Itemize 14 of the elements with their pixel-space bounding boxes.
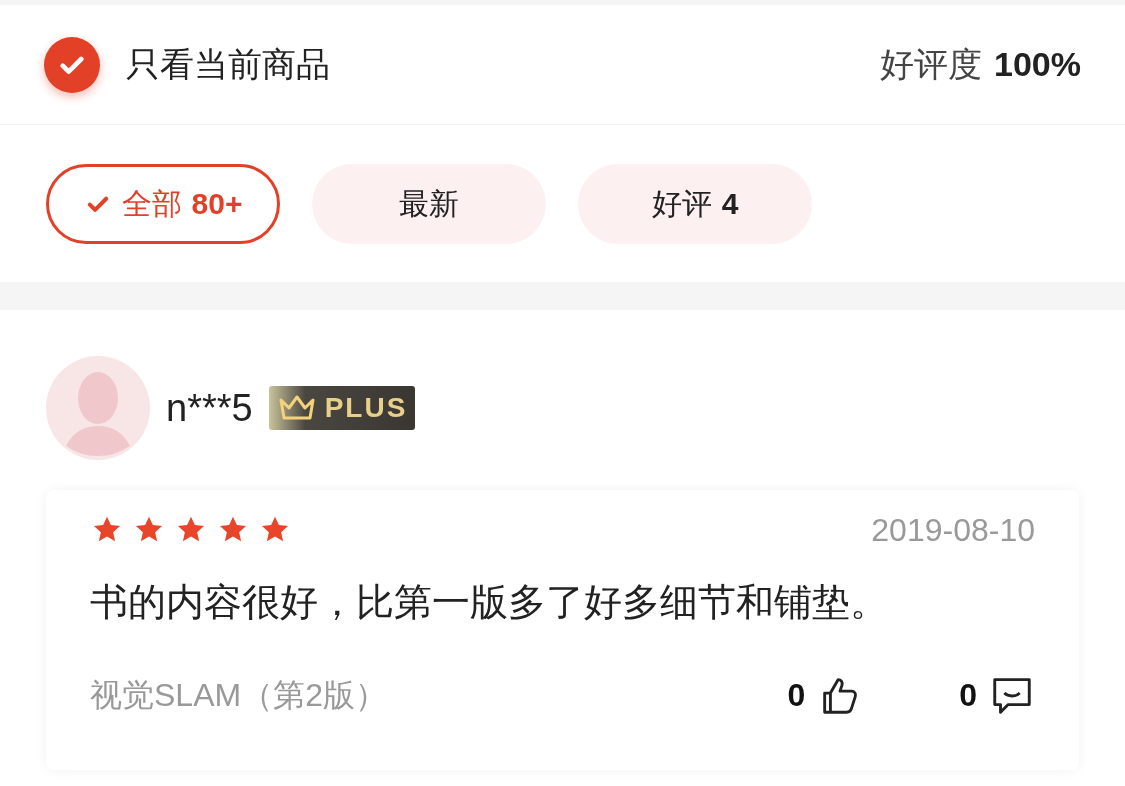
filter-tab[interactable]: 最新 [312, 163, 546, 244]
review-date: 2019-08-10 [871, 511, 1035, 550]
rating-label: 好评度 [880, 44, 983, 85]
filter-tab[interactable]: 好评 4 [578, 163, 812, 244]
product-name: 视觉SLAM（第2版） [90, 676, 388, 715]
filter-tab[interactable]: 全部 80+ [46, 163, 280, 244]
comment-count: 0 [959, 676, 977, 715]
user-name: n***5 [166, 385, 253, 431]
plus-badge: PLUS [268, 386, 416, 430]
review-text: 书的内容很好，比第一版多了好多细节和铺垫。 [90, 580, 889, 625]
rating-value: 100% [994, 44, 1081, 85]
like-count: 0 [787, 676, 806, 715]
only-current-checkbox[interactable] [44, 36, 100, 93]
only-current-label: 只看当前商品 [126, 44, 330, 85]
